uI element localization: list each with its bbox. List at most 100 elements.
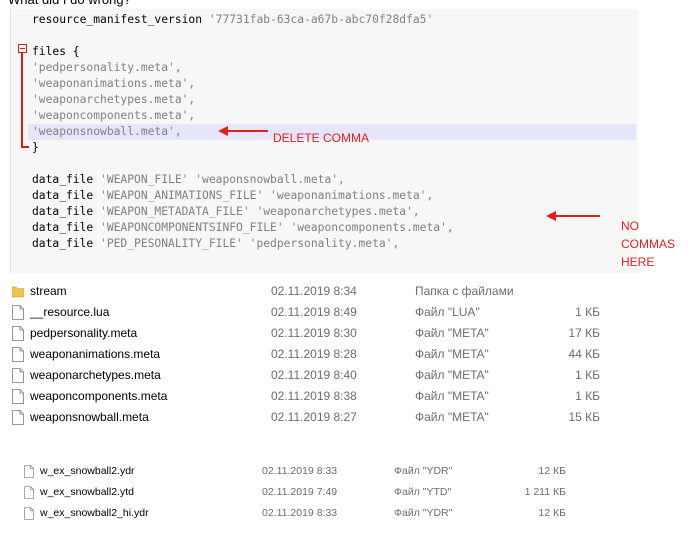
no-commas-note-line2: COMMAS [621,237,675,251]
file-row[interactable]: w_ex_snowball2.ytd 02.11.2019 7:49 Файл "Y… [24,482,584,503]
code-token: 'weaponanimations.meta', [32,77,196,90]
file-name: w_ex_snowball2.ydr [40,465,135,477]
code-line: data_file 'WEAPON_FILE' 'weaponsnowball.… [32,172,345,188]
file-icon [12,347,24,362]
file-name: weaponanimations.meta [30,347,161,361]
file-size: 1 211 КБ [524,486,566,498]
file-date: 02.11.2019 8:38 [271,389,357,403]
file-type: Файл "META" [415,326,489,340]
file-row[interactable]: weaponcomponents.meta 02.11.2019 8:38 Файл… [10,386,690,407]
file-size: 1 КБ [575,305,600,319]
file-size: 17 КБ [568,326,600,340]
code-line: resource_manifest_version '77731fab-63ca… [32,12,433,28]
file-row[interactable]: weaponsnowball.meta 02.11.2019 8:27 Файл "… [10,407,690,428]
file-date: 02.11.2019 8:27 [271,410,357,424]
file-name: __resource.lua [30,305,110,319]
code-line: files { [32,44,80,60]
code-line: 'weaponarchetypes.meta', [32,92,195,108]
code-line: 'pedpersonality.meta', [32,60,182,76]
file-type: Файл "LUA" [415,305,480,319]
no-commas-note-line1: NO [621,219,639,233]
code-token: data_file [32,205,101,218]
code-token: data_file [32,173,101,186]
arrow-left-icon [218,126,268,136]
code-line: data_file 'WEAPON_METADATA_FILE' 'weapon… [32,204,420,220]
file-date: 02.11.2019 8:33 [262,465,338,477]
file-icon [12,305,24,320]
code-token: 'PED_PESONALITY_FILE' 'pedpersonality.me… [100,237,400,250]
file-type: Файл "META" [415,389,489,403]
question-heading: What did I do wrong? [8,0,131,8]
file-type: Файл "META" [415,347,489,361]
file-size: 44 КБ [568,347,600,361]
code-token: 'weaponsnowball.meta', [32,125,182,138]
file-row[interactable]: w_ex_snowball2_hi.ydr 02.11.2019 8:33 Файл… [24,503,584,524]
file-size: 1 КБ [575,389,600,403]
fold-marker-line [21,50,23,146]
file-icon [24,465,34,478]
arrow-left-icon [546,211,600,221]
code-token: data_file [32,189,101,202]
code-token: resource_manifest_version [32,13,209,26]
file-row[interactable]: weaponarchetypes.meta 02.11.2019 8:40 Файл… [10,365,690,386]
code-line: data_file 'PED_PESONALITY_FILE' 'pedpers… [32,236,399,252]
file-row[interactable]: w_ex_snowball2.ydr 02.11.2019 8:33 Файл "Y… [24,461,584,482]
file-row[interactable]: weaponanimations.meta 02.11.2019 8:28 Файл… [10,344,690,365]
file-date: 02.11.2019 8:40 [271,368,357,382]
code-token: 'WEAPON_METADATA_FILE' 'weaponarchetypes… [100,205,420,218]
file-date: 02.11.2019 8:49 [271,305,357,319]
fold-end-marker [21,146,29,148]
code-token: data_file [32,221,101,234]
file-type: Файл "YTD" [394,486,452,498]
file-type: Файл "META" [415,368,489,382]
code-token: 'weaponcomponents.meta', [32,109,196,122]
file-icon [12,326,24,341]
file-name: stream [30,284,67,298]
file-name: pedpersonality.meta [30,326,138,340]
fold-toggle-icon[interactable] [18,44,27,53]
file-icon [24,486,34,499]
code-token: 'WEAPON_FILE' 'weaponsnowball.meta', [100,173,345,186]
code-token: data_file [32,237,101,250]
file-type: Папка с файлами [415,284,514,298]
code-line: } [32,140,39,156]
code-token: 'weaponarchetypes.meta', [32,93,196,106]
code-token: '77731fab-63ca-a67b-abc70f28dfa5' [208,13,434,26]
file-date: 02.11.2019 8:34 [271,284,357,298]
delete-comma-note: DELETE COMMA [273,131,370,145]
file-name: w_ex_snowball2.ytd [40,486,134,498]
file-row[interactable]: stream 02.11.2019 8:34 Папка с файлами [10,281,690,302]
file-type: Файл "YDR" [394,507,453,519]
file-name: weaponcomponents.meta [30,389,168,403]
folder-icon [11,284,25,299]
file-icon [24,507,34,520]
file-date: 02.11.2019 7:49 [262,486,338,498]
file-size: 1 КБ [575,368,600,382]
code-line: data_file 'WEAPONCOMPONENTSINFO_FILE' 'w… [32,220,454,236]
file-date: 02.11.2019 8:28 [271,347,357,361]
file-size: 12 КБ [538,507,566,519]
code-token: } [32,141,39,154]
file-name: w_ex_snowball2_hi.ydr [40,507,149,519]
file-size: 15 КБ [568,410,600,424]
no-commas-note-line3: HERE [621,255,655,269]
code-token: 'WEAPON_ANIMATIONS_FILE' 'weaponanimatio… [100,189,434,202]
code-line: data_file 'WEAPON_ANIMATIONS_FILE' 'weap… [32,188,433,204]
file-type: Файл "META" [415,410,489,424]
file-type: Файл "YDR" [394,465,453,477]
file-date: 02.11.2019 8:30 [271,326,357,340]
file-icon [12,410,24,425]
file-icon [12,368,24,383]
file-size: 12 КБ [538,465,566,477]
file-date: 02.11.2019 8:33 [262,507,338,519]
code-line: 'weaponanimations.meta', [32,76,195,92]
code-line: 'weaponsnowball.meta', [32,124,182,140]
file-icon [12,389,24,404]
code-line: 'weaponcomponents.meta', [32,108,195,124]
code-token: files { [32,45,80,58]
file-row[interactable]: pedpersonality.meta 02.11.2019 8:30 Файл "… [10,323,690,344]
file-name: weaponarchetypes.meta [30,368,161,382]
code-token: 'WEAPONCOMPONENTSINFO_FILE' 'weaponcompo… [100,221,454,234]
file-row[interactable]: __resource.lua 02.11.2019 8:49 Файл "LUA" 1… [10,302,690,323]
code-token: 'pedpersonality.meta', [32,61,182,74]
